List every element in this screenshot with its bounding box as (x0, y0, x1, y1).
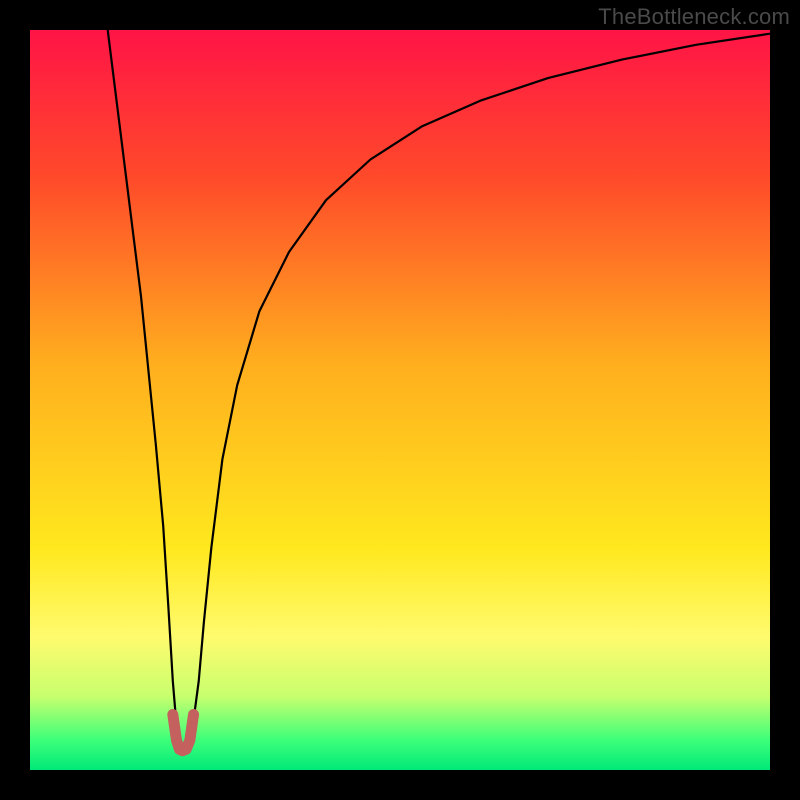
chart-svg (30, 30, 770, 770)
chart-frame: TheBottleneck.com (0, 0, 800, 800)
watermark-text: TheBottleneck.com (598, 4, 790, 30)
plot-area (30, 30, 770, 770)
